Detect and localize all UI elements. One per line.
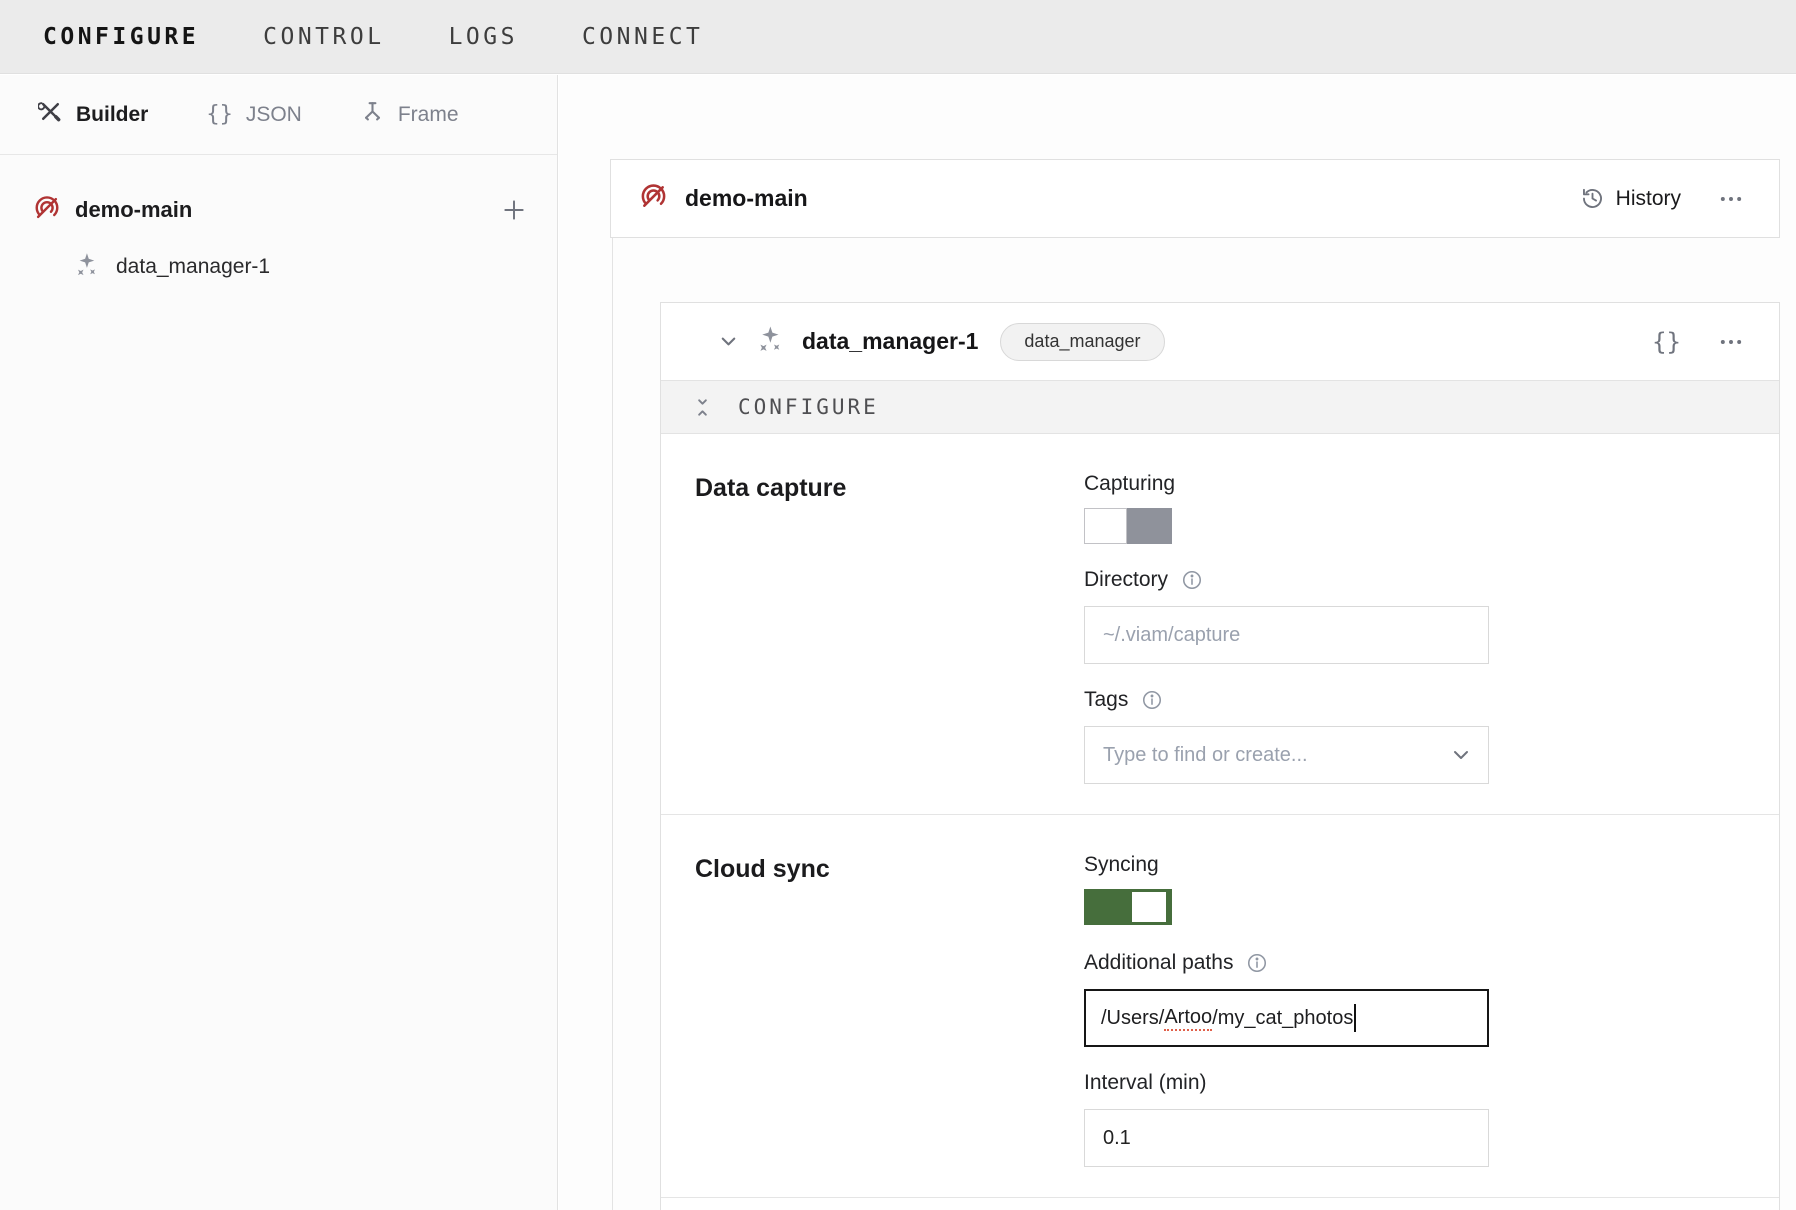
ellipsis-icon (1717, 185, 1745, 213)
path-misspelled-text: Artoo (1164, 1006, 1212, 1031)
top-nav: CONFIGURE CONTROL LOGS CONNECT (0, 0, 1796, 74)
tags-input[interactable] (1084, 726, 1489, 784)
directory-label: Directory (1084, 568, 1168, 592)
machine-card-title: demo-main (685, 185, 808, 212)
offline-icon (639, 182, 668, 216)
component-type-badge: data_manager (1000, 323, 1164, 361)
toggle-knob (1132, 892, 1166, 922)
section-title: Cloud sync (695, 853, 1084, 1167)
capturing-label: Capturing (1084, 472, 1489, 496)
syncing-label: Syncing (1084, 853, 1489, 877)
interval-input[interactable] (1084, 1109, 1489, 1167)
text-caret (1354, 1004, 1356, 1032)
braces-icon: {} (206, 102, 233, 127)
sparkles-icon (74, 251, 101, 283)
directory-input[interactable] (1084, 606, 1489, 664)
data-capture-section: Data capture Capturing Directory Tags (661, 434, 1779, 814)
collapse-chevron-button[interactable] (711, 324, 746, 359)
tags-label-row: Tags (1084, 688, 1489, 712)
cloud-sync-section: Cloud sync Syncing Additional paths /Use… (661, 815, 1779, 1197)
interval-label: Interval (min) (1084, 1071, 1489, 1095)
configure-section-bar[interactable]: CONFIGURE (661, 380, 1779, 434)
tags-label: Tags (1084, 688, 1128, 712)
tools-icon (38, 99, 63, 130)
collapse-vertical-icon (691, 396, 714, 419)
mode-tab-label: Builder (76, 103, 148, 127)
info-icon[interactable] (1141, 689, 1163, 711)
mode-tab-frame[interactable]: Frame (360, 99, 459, 130)
syncing-toggle[interactable] (1084, 889, 1172, 925)
sidebar-item-data-manager-1[interactable]: data_manager-1 (0, 245, 557, 289)
history-label: History (1616, 187, 1681, 211)
component-menu-button[interactable] (1711, 322, 1751, 362)
machine-menu-button[interactable] (1711, 179, 1751, 219)
ellipsis-icon (1717, 328, 1745, 356)
sidebar: Builder {} JSON Frame (0, 75, 558, 1210)
component-card-data-manager-1: data_manager-1 data_manager {} CONFIGURE… (660, 302, 1780, 1210)
sparkles-icon (756, 324, 786, 359)
mode-tab-builder[interactable]: Builder (38, 99, 148, 130)
history-button[interactable]: History (1580, 186, 1681, 211)
machine-card: demo-main History (610, 159, 1780, 238)
main-content: demo-main History (559, 75, 1796, 1210)
component-name: data_manager-1 (116, 255, 270, 279)
offline-icon (33, 194, 61, 227)
frame-axes-icon (360, 99, 385, 130)
next-section-stub (661, 1198, 1779, 1210)
add-component-button[interactable] (497, 193, 531, 227)
path-text: /my_cat_photos (1212, 1007, 1353, 1030)
section-title: Data capture (695, 472, 1084, 784)
machine-name: demo-main (75, 197, 192, 223)
capturing-toggle[interactable] (1084, 508, 1172, 544)
sidebar-mode-tabs: Builder {} JSON Frame (0, 75, 557, 155)
tags-select (1084, 726, 1489, 784)
sidebar-item-demo-main[interactable]: demo-main (0, 187, 557, 233)
path-text: /Users/ (1101, 1007, 1164, 1030)
component-card-title: data_manager-1 (802, 328, 978, 355)
info-icon[interactable] (1246, 952, 1268, 974)
mode-tab-json[interactable]: {} JSON (206, 102, 302, 127)
mode-tab-label: JSON (246, 103, 302, 127)
plus-icon (501, 197, 527, 223)
component-card-header: data_manager-1 data_manager {} (661, 303, 1779, 380)
tab-connect[interactable]: CONNECT (582, 24, 703, 50)
tab-logs[interactable]: LOGS (449, 24, 518, 50)
additional-paths-input[interactable]: /Users/Artoo/my_cat_photos (1084, 989, 1489, 1047)
history-clock-icon (1580, 186, 1605, 211)
tab-configure[interactable]: CONFIGURE (43, 24, 199, 50)
toggle-knob (1084, 508, 1127, 544)
directory-label-row: Directory (1084, 568, 1489, 592)
tree-connector-line (612, 238, 613, 1210)
chevron-down-icon (717, 330, 740, 353)
info-icon[interactable] (1181, 569, 1203, 591)
mode-tab-label: Frame (398, 103, 459, 127)
additional-paths-label: Additional paths (1084, 951, 1233, 975)
configure-bar-label: CONFIGURE (738, 395, 879, 419)
tab-control[interactable]: CONTROL (263, 24, 384, 50)
json-toggle-button[interactable]: {} (1644, 324, 1689, 360)
additional-paths-label-row: Additional paths (1084, 951, 1489, 975)
